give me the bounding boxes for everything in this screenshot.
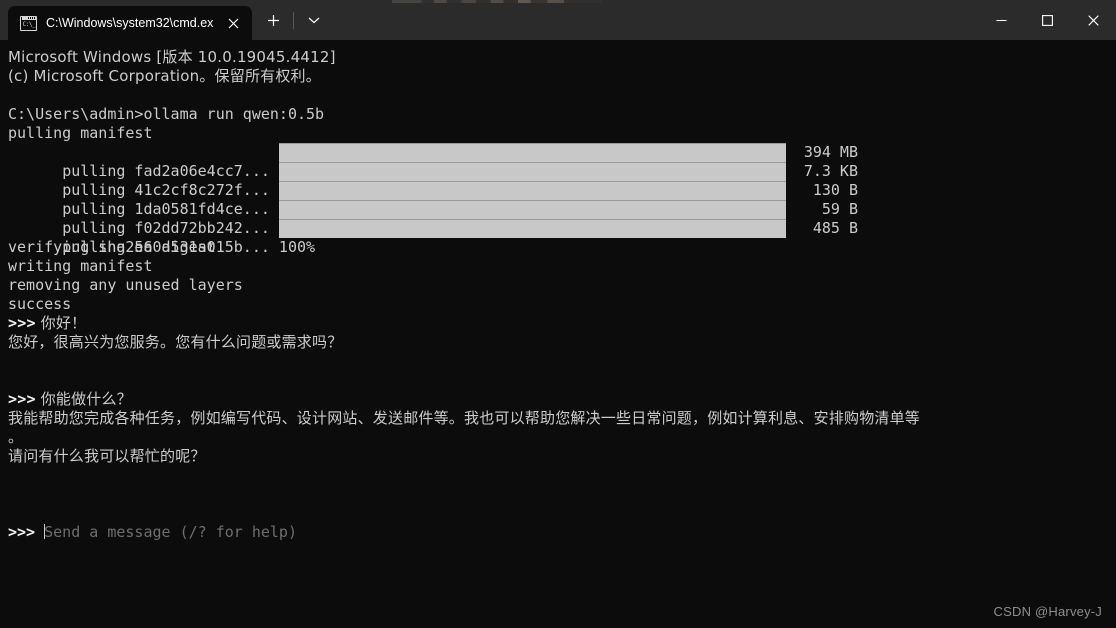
input-space xyxy=(35,523,44,541)
prompt-marker: >>> xyxy=(8,390,36,408)
layer-row: pulling fad2a06e4cc7... 100% 394 MB xyxy=(8,143,1116,180)
progress-bar xyxy=(279,200,786,219)
layer-size: 394 MB xyxy=(803,143,858,161)
chat-assistant-line: 我能帮助您完成各种任务，例如编写代码、设计网站、发送邮件等。我也可以帮助您解决一… xyxy=(8,409,921,427)
cmd-console-icon: C:\_ xyxy=(20,15,37,31)
status-line: removing any unused layers xyxy=(8,276,243,294)
terminal-output[interactable]: Microsoft Windows [版本 10.0.19045.4412] (… xyxy=(0,40,1116,628)
minimize-button[interactable] xyxy=(978,0,1024,40)
chat-user-line: >>> 你能做什么？ xyxy=(8,390,1116,409)
chat-assistant-line: 请问有什么我可以帮忙的呢？ xyxy=(8,447,206,465)
user-message: 你能做什么？ xyxy=(35,390,132,408)
title-bar[interactable]: C:\_ C:\Windows\system32\cmd.ex xyxy=(0,0,1116,40)
tab-menu-button[interactable] xyxy=(299,5,329,35)
layer-size: 485 B xyxy=(812,219,858,237)
layer-size: 130 B xyxy=(812,181,858,199)
chat-input-line[interactable]: >>> Send a message (/? for help) xyxy=(8,523,1116,542)
layer-row: pulling ea0a531a015b... 100% 485 B xyxy=(8,219,1116,256)
tab-cmd[interactable]: C:\_ C:\Windows\system32\cmd.ex xyxy=(8,6,253,40)
layer-row: pulling f02dd72bb242... 100% 59 B xyxy=(8,200,1116,237)
tab-actions xyxy=(252,0,329,40)
layer-row: pulling 1da0581fd4ce... 100% 130 B xyxy=(8,181,1116,218)
maximize-button[interactable] xyxy=(1024,0,1070,40)
status-line: writing manifest xyxy=(8,257,153,275)
prompt-marker: >>> xyxy=(8,314,36,332)
progress-bar xyxy=(279,181,786,200)
close-button[interactable] xyxy=(1070,0,1116,40)
command-line: C:\Users\admin>ollama run qwen:0.5b xyxy=(8,105,325,123)
tab-strip: C:\_ C:\Windows\system32\cmd.ex xyxy=(0,0,253,40)
layer-size: 59 B xyxy=(821,200,858,218)
banner-line: (c) Microsoft Corporation。保留所有权利。 xyxy=(8,67,321,85)
window-controls xyxy=(978,0,1116,40)
layer-label: pulling ea0a531a015b... 100% xyxy=(62,238,316,256)
banner-line: Microsoft Windows [版本 10.0.19045.4412] xyxy=(8,48,336,66)
progress-bar xyxy=(279,162,786,181)
status-line: success xyxy=(8,295,72,313)
progress-bar xyxy=(279,219,786,238)
user-message: 你好！ xyxy=(35,314,87,332)
chat-user-line: >>> 你好！ xyxy=(8,314,1116,333)
prompt-marker: >>> xyxy=(8,523,36,541)
toolbar-divider xyxy=(293,11,295,29)
new-tab-button[interactable] xyxy=(258,5,288,35)
chat-input-placeholder[interactable]: Send a message (/? for help) xyxy=(44,523,297,541)
layer-size: 7.3 KB xyxy=(803,162,858,180)
layer-row: pulling 41c2cf8c272f... 100% 7.3 KB xyxy=(8,162,1116,199)
progress-bar xyxy=(279,143,786,162)
tab-title: C:\Windows\system32\cmd.ex xyxy=(46,16,214,30)
pulling-manifest-line: pulling manifest xyxy=(8,124,153,142)
chat-assistant-line-wrap: 。 xyxy=(8,428,24,446)
terminal-window: C:\_ C:\Windows\system32\cmd.ex Microsof… xyxy=(0,0,1116,628)
tab-close-button[interactable] xyxy=(222,12,244,34)
chat-assistant-line: 您好，很高兴为您服务。您有什么问题或需求吗？ xyxy=(8,333,343,351)
watermark: CSDN @Harvey-J xyxy=(993,604,1102,619)
